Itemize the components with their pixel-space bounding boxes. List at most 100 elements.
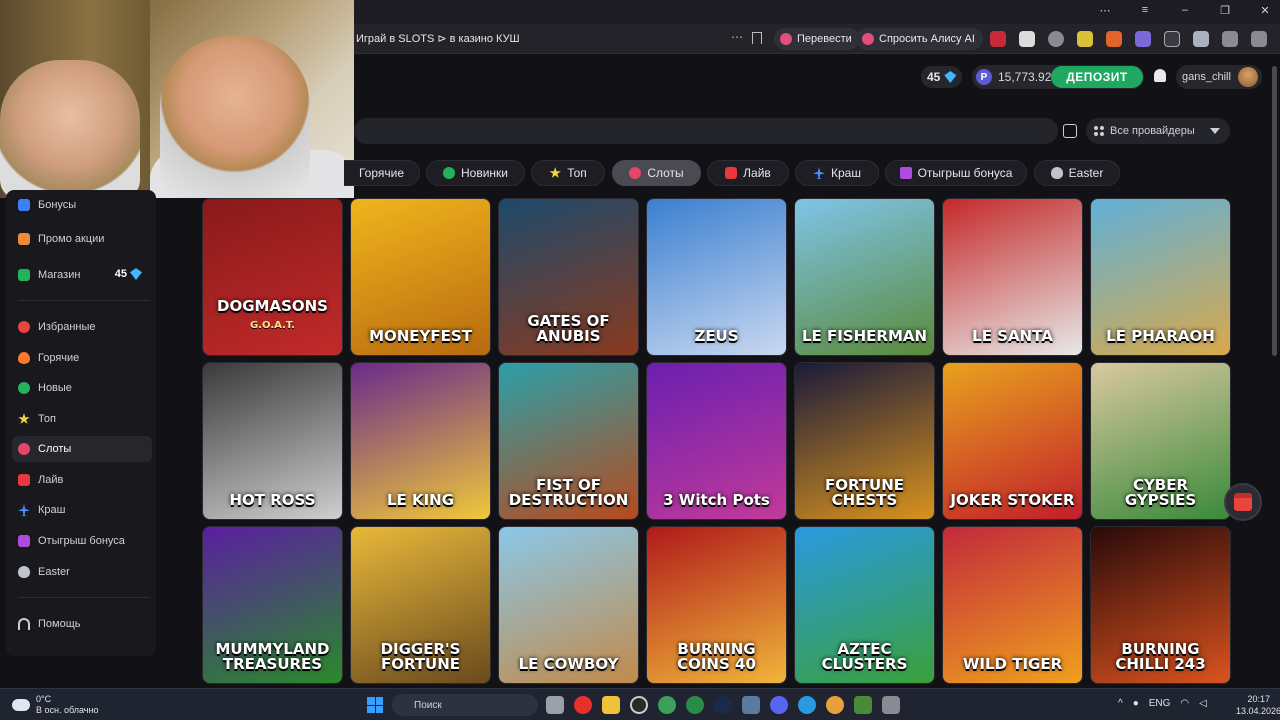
search-input[interactable] — [354, 118, 1058, 144]
menu-icon[interactable]: ≡ — [1138, 4, 1152, 17]
language-indicator[interactable]: ENG — [1149, 698, 1171, 709]
game-card[interactable]: LE SANTA — [942, 198, 1083, 356]
game-card[interactable]: FIST OF DESTRUCTION — [498, 362, 639, 520]
start-icon[interactable] — [367, 697, 383, 713]
game-card[interactable]: MONEYFEST — [350, 198, 491, 356]
gems-badge[interactable]: 45 — [921, 66, 963, 88]
wifi-icon[interactable]: ◠ — [1180, 698, 1189, 709]
extensions-icon[interactable]: ⋯ — [1098, 4, 1112, 17]
game-card[interactable]: LE COWBOY — [498, 526, 639, 684]
fox-icon[interactable] — [1106, 31, 1122, 47]
steam-icon[interactable] — [714, 696, 732, 714]
game-card[interactable]: DOGMASONS G.O.A.T. — [202, 198, 343, 356]
taskbar-search[interactable]: Поиск — [392, 694, 538, 716]
sidebar-item-new[interactable]: Новые — [12, 375, 152, 401]
scrollbar[interactable] — [1272, 66, 1277, 356]
sidebar-item-hot[interactable]: Горячие — [12, 345, 152, 371]
sidebar-item-live[interactable]: Лайв — [12, 467, 152, 493]
bell-icon[interactable] — [1154, 69, 1166, 82]
deposit-button[interactable]: ДЕПОЗИТ — [1051, 66, 1143, 88]
page-tab-title[interactable]: Играй в SLOTS ⊳ в казино КУШ — [356, 32, 520, 45]
game-card[interactable]: BURNING CHILLI 243 — [1090, 526, 1231, 684]
close-icon[interactable]: ✕ — [1258, 4, 1272, 17]
extension-icon[interactable] — [1222, 31, 1238, 47]
sidebar-item-label: Промо акции — [38, 233, 105, 245]
sidebar-item-easter[interactable]: Easter — [12, 559, 152, 585]
game-card[interactable]: FORTUNE CHESTS — [794, 362, 935, 520]
yandex-browser-icon[interactable] — [574, 696, 592, 714]
game-card[interactable]: CYBER GYPSIES — [1090, 362, 1231, 520]
sidebar-item-top[interactable]: Топ — [12, 406, 152, 432]
extension-icon[interactable] — [990, 31, 1006, 47]
tab-slots[interactable]: Слоты — [612, 160, 701, 186]
share-icon[interactable] — [1251, 31, 1267, 47]
shield-icon[interactable] — [1193, 31, 1209, 47]
sidebar-item-label: Горячие — [38, 352, 80, 364]
app-icon[interactable] — [686, 696, 704, 714]
telegram-icon[interactable] — [798, 696, 816, 714]
mic-icon[interactable]: ● — [1133, 698, 1139, 709]
game-card[interactable]: DIGGER'S FORTUNE — [350, 526, 491, 684]
weather-widget[interactable]: 0°C В осн. облачно — [12, 694, 98, 716]
tab-new[interactable]: Новинки — [426, 160, 525, 186]
game-card[interactable]: LE KING — [350, 362, 491, 520]
volume-icon[interactable]: ◁ — [1199, 698, 1207, 709]
sidebar-item-help[interactable]: Помощь — [12, 611, 152, 637]
calendar-icon — [1234, 493, 1252, 511]
calendar-widget[interactable] — [1224, 483, 1262, 521]
discord-icon[interactable] — [770, 696, 788, 714]
avatar[interactable] — [1238, 67, 1258, 87]
sidebar-item-shop[interactable]: Магазин 45 — [12, 262, 152, 288]
sidebar: Бонусы Промо акции Магазин 45 Избранные … — [6, 190, 156, 656]
bookmark-icon[interactable] — [752, 32, 762, 44]
game-title: DIGGER'S FORTUNE — [380, 639, 461, 674]
translate-button[interactable]: Перевести — [774, 28, 860, 50]
maximize-icon[interactable]: ❐ — [1218, 4, 1232, 17]
extension-icon[interactable] — [1164, 31, 1180, 47]
app-icon[interactable] — [742, 696, 760, 714]
providers-select[interactable]: Все провайдеры — [1086, 118, 1230, 144]
game-card[interactable]: HOT ROSS — [202, 362, 343, 520]
game-card[interactable]: GATES OF ANUBIS — [498, 198, 639, 356]
folder-icon[interactable] — [602, 696, 620, 714]
ruble-icon: Р — [976, 69, 992, 85]
globe-icon[interactable] — [1048, 31, 1064, 47]
tab-top[interactable]: Топ — [531, 160, 605, 186]
sidebar-item-crash[interactable]: Краш — [12, 497, 152, 523]
tab-easter[interactable]: Easter — [1034, 160, 1120, 186]
app-icon[interactable] — [854, 696, 872, 714]
tab-hot[interactable]: Горячие — [344, 160, 420, 186]
tab-crash[interactable]: Краш — [795, 160, 879, 186]
more-icon[interactable]: ⋯ — [731, 30, 743, 44]
sidebar-item-promo[interactable]: Промо акции — [12, 226, 152, 252]
chevron-up-icon[interactable]: ^ — [1118, 698, 1123, 709]
game-card[interactable]: MUMMYLAND TREASURES — [202, 526, 343, 684]
qr-icon[interactable] — [1019, 31, 1035, 47]
clock[interactable]: 20:17 13.04.2026 — [1236, 693, 1280, 717]
task-view-icon[interactable] — [546, 696, 564, 714]
game-card[interactable]: LE FISHERMAN — [794, 198, 935, 356]
game-card[interactable]: BURNING COINS 40 — [646, 526, 787, 684]
extension-icon[interactable] — [1077, 31, 1093, 47]
chrome-icon[interactable] — [658, 696, 676, 714]
sidebar-item-bonus-wager[interactable]: Отыгрыш бонуса — [12, 528, 152, 554]
game-card[interactable]: ZEUS — [646, 198, 787, 356]
sidebar-item-slots[interactable]: Слоты — [12, 436, 152, 462]
game-card[interactable]: WILD TIGER — [942, 526, 1083, 684]
shop-icon — [18, 269, 30, 281]
calculator-icon[interactable] — [882, 696, 900, 714]
game-card[interactable]: LE PHARAOH — [1090, 198, 1231, 356]
dice-icon[interactable] — [1063, 124, 1077, 138]
sidebar-item-favorites[interactable]: Избранные — [12, 314, 152, 340]
game-card[interactable]: 3 Witch Pots — [646, 362, 787, 520]
obs-icon[interactable] — [630, 696, 648, 714]
alice-button[interactable]: Спросить Алису AI — [856, 28, 983, 50]
tab-live[interactable]: Лайв — [707, 160, 789, 186]
minimize-icon[interactable]: – — [1178, 4, 1192, 17]
tab-bonus-wager[interactable]: Отыгрыш бонуса — [885, 160, 1027, 186]
game-card[interactable]: JOKER STOKER — [942, 362, 1083, 520]
extension-icon[interactable] — [1135, 31, 1151, 47]
chrome-icon[interactable] — [826, 696, 844, 714]
game-card[interactable]: AZTEC CLUSTERS — [794, 526, 935, 684]
sidebar-item-bonuses[interactable]: Бонусы — [12, 192, 152, 218]
